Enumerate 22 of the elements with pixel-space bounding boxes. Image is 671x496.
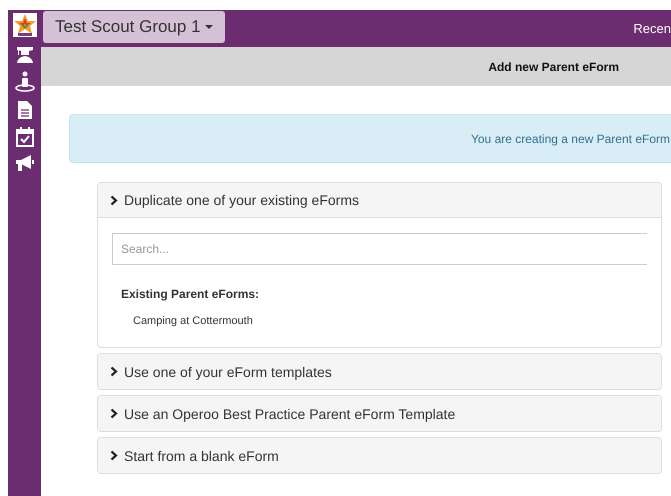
- accordion-header[interactable]: Use one of your eForm templates: [98, 354, 661, 389]
- chevron-icon: [110, 366, 118, 377]
- chevron-icon: [110, 408, 118, 419]
- calendar-icon[interactable]: [16, 127, 34, 147]
- eform-link[interactable]: Camping at Cottermouth: [133, 315, 647, 327]
- chevron-icon: [110, 450, 118, 461]
- chevron-icon: [110, 194, 118, 206]
- accordion-header[interactable]: Start from a blank eForm: [98, 438, 661, 473]
- accordion-header[interactable]: Use an Operoo Best Practice Parent eForm Template: [98, 396, 661, 431]
- alert-text: You are creating a new Parent eForm: [470, 132, 670, 146]
- list-heading: Existing Parent eForms:: [121, 287, 260, 301]
- group-dropdown[interactable]: Test Scout Group 1: [43, 11, 225, 43]
- accordion-header[interactable]: Duplicate one of your existing eForms: [98, 183, 661, 218]
- logo-icon[interactable]: [12, 13, 36, 37]
- document-icon[interactable]: [16, 100, 32, 120]
- page-title: Add new Parent eForm: [488, 60, 619, 74]
- caret-icon: [204, 25, 213, 29]
- search-field[interactable]: Search...: [112, 233, 647, 265]
- graduate-icon[interactable]: [14, 44, 34, 64]
- megaphone-icon[interactable]: [14, 154, 34, 172]
- person-icon[interactable]: [14, 71, 36, 93]
- recent-link[interactable]: Recen: [633, 21, 671, 36]
